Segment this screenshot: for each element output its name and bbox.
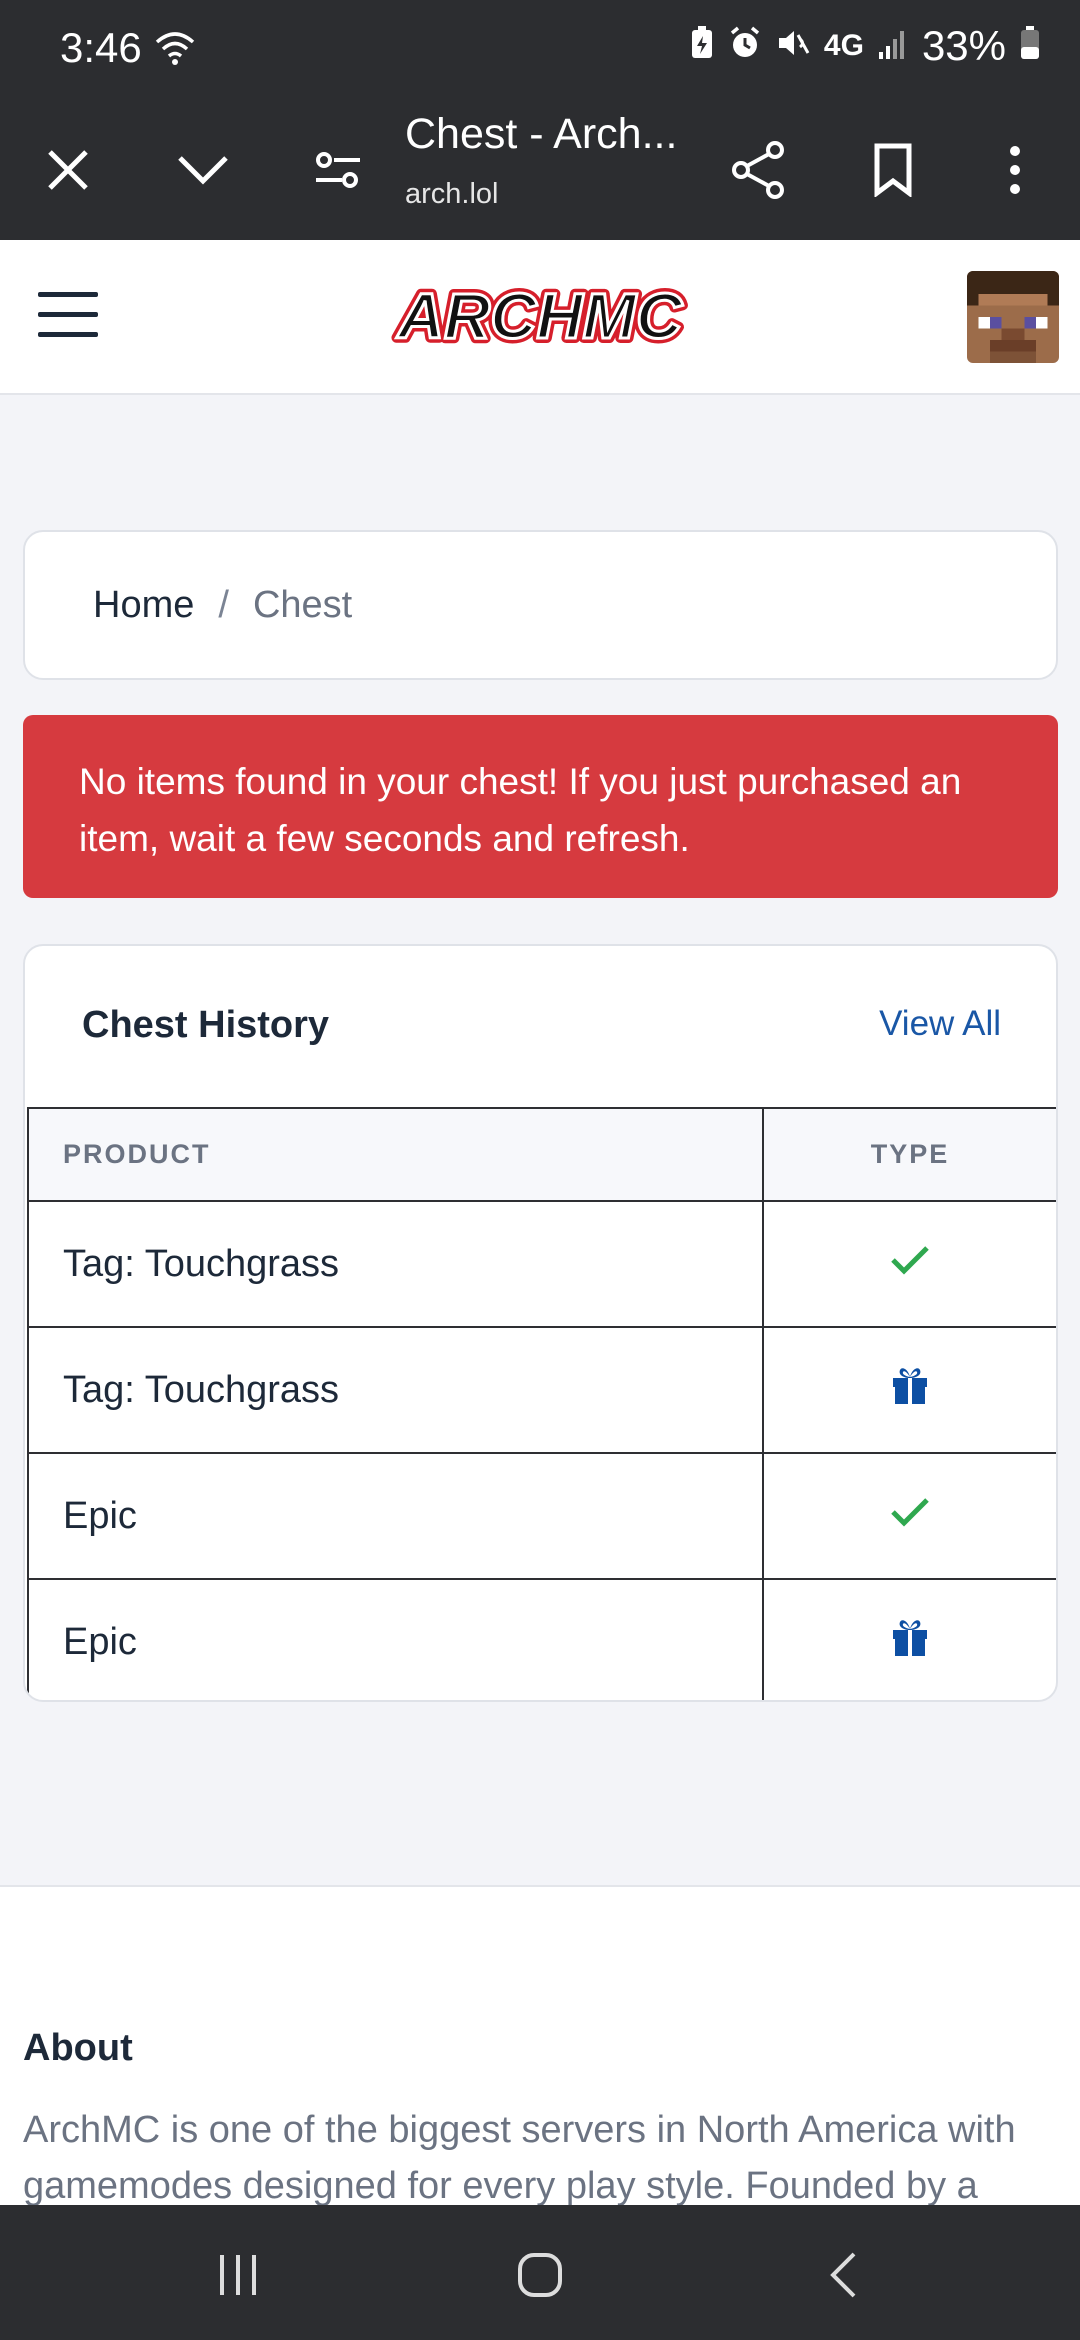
column-header-product: PRODUCT	[27, 1107, 764, 1202]
battery-percent: 33%	[921, 22, 1006, 69]
gift-icon	[893, 1368, 927, 1404]
network-type-icon: 4G	[823, 29, 864, 62]
more-options-icon[interactable]	[975, 130, 1055, 210]
logo-text: ARCHMC	[396, 280, 683, 352]
site-settings-icon[interactable]	[298, 130, 378, 210]
view-all-link[interactable]: View All	[879, 1004, 1001, 1044]
gift-icon	[893, 1620, 927, 1656]
browser-toolbar: Chest - Arch... arch.lol	[0, 100, 1080, 240]
about-text: ArchMC is one of the biggest servers in …	[23, 2109, 1016, 2207]
share-icon[interactable]	[718, 130, 798, 210]
bookmark-icon[interactable]	[853, 130, 933, 210]
close-icon[interactable]	[28, 130, 108, 210]
alert-message: No items found in your chest! If you jus…	[79, 761, 962, 859]
table-row: Tag: Touchgrass	[27, 1326, 1056, 1454]
table-row: Epic	[27, 1452, 1056, 1580]
column-header-type: TYPE	[762, 1107, 1056, 1202]
chevron-down-icon[interactable]	[163, 130, 243, 210]
table-row: Tag: Touchgrass	[27, 1200, 1056, 1328]
product-cell: Epic	[27, 1452, 764, 1580]
battery-saver-icon	[690, 22, 714, 70]
battery-icon	[1020, 22, 1040, 70]
about-title: About	[23, 2027, 133, 2069]
signal-icon	[878, 22, 908, 70]
back-icon[interactable]	[803, 2235, 883, 2315]
type-cell	[762, 1326, 1056, 1454]
empty-chest-alert: No items found in your chest! If you jus…	[23, 715, 1058, 898]
status-time: 3:46	[60, 24, 142, 71]
type-cell	[762, 1200, 1056, 1328]
recent-apps-icon[interactable]	[198, 2235, 278, 2315]
alarm-icon	[728, 22, 762, 70]
footer: About ArchMC is one of the biggest serve…	[0, 1885, 1080, 2207]
product-cell: Tag: Touchgrass	[27, 1326, 764, 1454]
breadcrumb-current: Chest	[252, 583, 353, 626]
breadcrumb-home[interactable]: Home	[93, 584, 194, 627]
product-cell: Tag: Touchgrass	[27, 1200, 764, 1328]
wifi-icon	[155, 30, 195, 71]
breadcrumb-separator: /	[218, 583, 229, 626]
avatar[interactable]	[967, 271, 1059, 363]
check-icon	[891, 1245, 929, 1275]
product-cell: Epic	[27, 1578, 764, 1700]
breadcrumb: Home / Chest	[23, 530, 1058, 680]
status-bar: 3:46 4G 33%	[0, 0, 1080, 100]
page-url: arch.lol	[405, 178, 499, 210]
archmc-logo[interactable]: ARCHMC ARCHMC	[385, 275, 695, 357]
table-row: Epic	[27, 1578, 1056, 1700]
system-nav-bar	[0, 2205, 1080, 2340]
mute-icon	[776, 22, 810, 70]
check-icon	[891, 1497, 929, 1527]
table-header-row: PRODUCT TYPE	[27, 1107, 1056, 1202]
chest-history-card: Chest History View All PRODUCT TYPE Tag:…	[23, 944, 1058, 1702]
site-header: ARCHMC ARCHMC	[0, 240, 1080, 395]
home-icon[interactable]	[500, 2235, 580, 2315]
type-cell	[762, 1578, 1056, 1700]
menu-icon[interactable]	[38, 292, 98, 342]
chest-history-table: PRODUCT TYPE Tag: Touchgrass Tag: Touchg…	[27, 1107, 1056, 1700]
type-cell	[762, 1452, 1056, 1580]
page-title: Chest - Arch...	[405, 110, 678, 158]
chest-history-title: Chest History	[82, 1004, 330, 1046]
